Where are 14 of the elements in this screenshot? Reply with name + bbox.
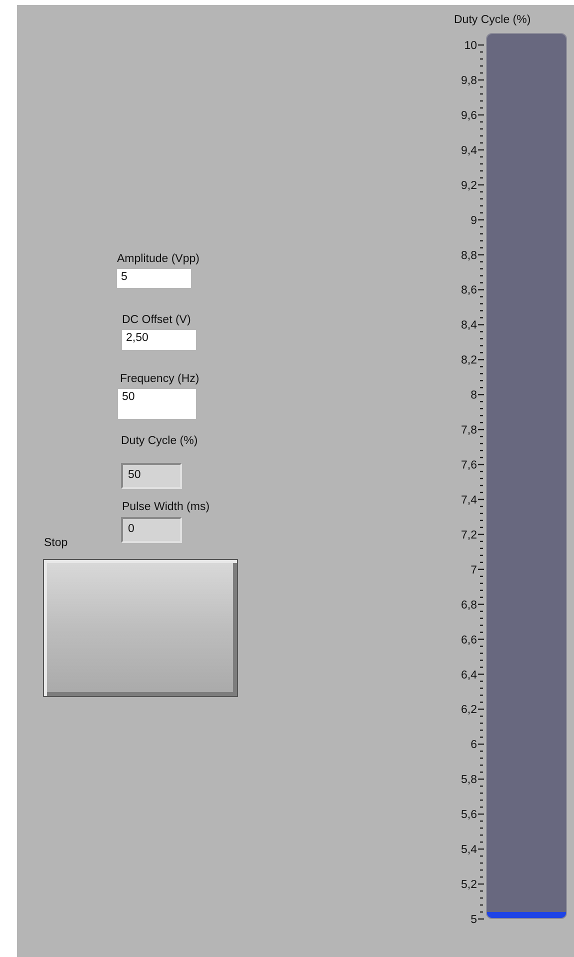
control-label: Frequency (Hz): [120, 373, 200, 385]
stop-button[interactable]: [43, 559, 238, 697]
control-label: Pulse Width (ms): [122, 501, 210, 513]
tank-title: Duty Cycle (%): [454, 14, 531, 26]
control-label: Amplitude (Vpp): [117, 253, 200, 265]
indicator-field: 50: [121, 463, 182, 489]
tank-scale: 10 9,8 9,6 9,4 9,2 9 8,8 8,6 8,4 8,2 8 7,8 7,6 7,4 7,2 7 6,8 6,6 6,4 6,2 6 5,8 5,6 5,4 5,2 5: [437, 33, 485, 933]
input-field[interactable]: 50: [118, 389, 196, 419]
control-label: Stop: [44, 537, 68, 549]
control-label: DC Offset (V): [122, 314, 191, 326]
input-field[interactable]: 2,50: [122, 330, 196, 350]
indicator-field: 0: [121, 517, 182, 543]
control-label: Duty Cycle (%): [121, 435, 198, 447]
input-field[interactable]: 5: [117, 269, 191, 288]
